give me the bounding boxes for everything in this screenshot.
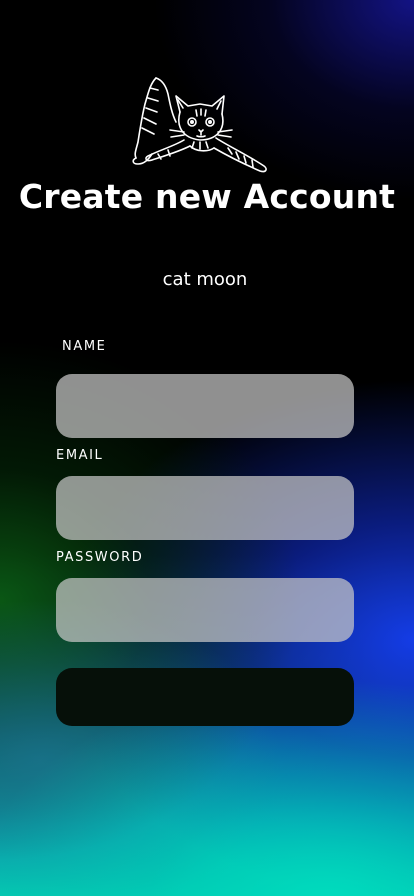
- name-label: NAME: [62, 339, 107, 354]
- create-account-button[interactable]: [56, 668, 354, 726]
- name-input[interactable]: [56, 374, 354, 438]
- password-input[interactable]: [56, 578, 354, 642]
- signup-screen: Create new Account cat moon NAME EMAIL P…: [0, 0, 414, 896]
- password-label: PASSWORD: [56, 550, 144, 565]
- email-label: EMAIL: [56, 448, 104, 463]
- app-subtitle: cat moon: [162, 269, 248, 290]
- cat-logo-icon: [132, 77, 267, 173]
- page-title: Create new Account: [18, 177, 396, 216]
- email-input[interactable]: [56, 476, 354, 540]
